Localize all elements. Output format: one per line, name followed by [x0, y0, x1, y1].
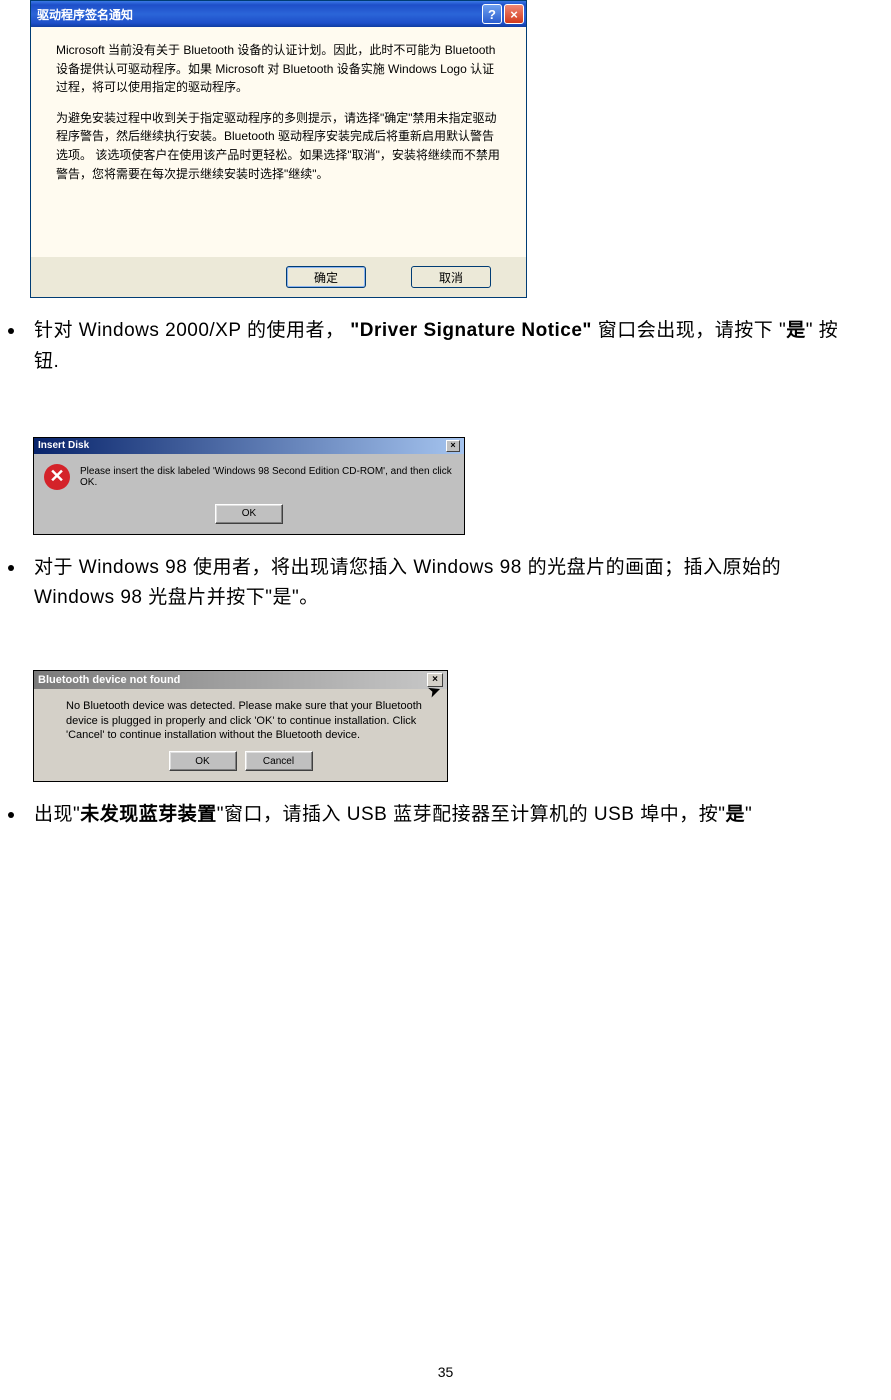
dialog-message: Please insert the disk labeled 'Windows …	[80, 466, 454, 488]
bullet-item-3: 出现"未发现蓝芽装置"窗口，请插入 USB 蓝芽配接器至计算机的 USB 埠中，…	[0, 800, 861, 830]
bold-segment: 是	[726, 804, 746, 825]
driver-signature-dialog: 驱动程序签名通知 ? × Microsoft 当前没有关于 Bluetooth …	[30, 0, 527, 298]
bullet-icon	[8, 565, 14, 571]
cancel-label: 取消	[439, 269, 463, 286]
help-button[interactable]: ?	[482, 4, 502, 24]
insert-disk-dialog: Insert Disk × ✕ Please insert the disk l…	[33, 437, 465, 535]
dialog-title: Bluetooth device not found	[38, 674, 180, 686]
close-button[interactable]: ×	[446, 440, 460, 452]
dialog-body: ✕ Please insert the disk labeled 'Window…	[34, 454, 464, 500]
text-segment: "	[745, 804, 752, 825]
ok-label: OK	[242, 508, 256, 519]
bullet-item-2: 对于 Windows 98 使用者，将出现请您插入 Windows 98 的光盘…	[0, 553, 861, 614]
bold-segment: 是	[786, 320, 806, 341]
dialog-buttons: OK Cancel	[34, 747, 447, 781]
bullet-text: 出现"未发现蓝芽装置"窗口，请插入 USB 蓝芽配接器至计算机的 USB 埠中，…	[34, 800, 752, 830]
dialog-titlebar[interactable]: Bluetooth device not found ×	[34, 671, 447, 689]
text-segment: 出现"	[34, 804, 80, 825]
bullet-icon	[8, 812, 14, 818]
cancel-button[interactable]: 取消	[411, 266, 491, 288]
bullet-icon	[8, 328, 14, 334]
text-segment: 针对 Windows 2000/XP 的使用者，	[34, 320, 350, 341]
bold-segment: 未发现蓝芽装置	[80, 804, 217, 825]
dialog-title: 驱动程序签名通知	[37, 6, 133, 23]
ok-label: OK	[195, 756, 209, 767]
text-segment: "窗口，请插入 USB 蓝芽配接器至计算机的 USB 埠中，按"	[217, 804, 726, 825]
dialog-paragraph-2: 为避免安装过程中收到关于指定驱动程序的多则提示，请选择"确定"禁用未指定驱动程序…	[56, 109, 501, 183]
error-glyph: ✕	[49, 466, 64, 487]
close-icon: ×	[450, 441, 455, 450]
dialog-body: Microsoft 当前没有关于 Bluetooth 设备的认证计划。因此，此时…	[31, 27, 526, 257]
cancel-button[interactable]: Cancel	[245, 751, 313, 771]
dialog-buttons: 确定 取消	[31, 257, 526, 297]
ok-button[interactable]: 确定	[286, 266, 366, 288]
dialog-body: ➤ No Bluetooth device was detected. Plea…	[34, 689, 447, 748]
bluetooth-not-found-dialog: Bluetooth device not found × ➤ No Blueto…	[33, 670, 448, 783]
ok-label: 确定	[314, 269, 338, 286]
dialog-titlebar[interactable]: Insert Disk ×	[34, 438, 464, 454]
dialog-message: No Bluetooth device was detected. Please…	[66, 700, 422, 742]
dialog-buttons: OK	[34, 500, 464, 534]
cancel-label: Cancel	[263, 756, 294, 767]
close-button[interactable]: ×	[504, 4, 524, 24]
page-number: 35	[0, 1364, 891, 1380]
text-segment: 窗口会出现，请按下 "	[592, 320, 786, 341]
bullet-item-1: 针对 Windows 2000/XP 的使用者， "Driver Signatu…	[0, 316, 861, 377]
help-icon: ?	[488, 7, 496, 22]
bold-segment: "Driver Signature Notice"	[350, 320, 592, 341]
bullet-text: 对于 Windows 98 使用者，将出现请您插入 Windows 98 的光盘…	[34, 553, 861, 614]
dialog-paragraph-1: Microsoft 当前没有关于 Bluetooth 设备的认证计划。因此，此时…	[56, 41, 501, 97]
dialog-titlebar[interactable]: 驱动程序签名通知 ? ×	[31, 1, 526, 27]
ok-button[interactable]: OK	[169, 751, 237, 771]
dialog-title: Insert Disk	[38, 440, 89, 451]
error-icon: ✕	[44, 464, 70, 490]
close-icon: ×	[510, 7, 518, 22]
ok-button[interactable]: OK	[215, 504, 283, 524]
bullet-text: 针对 Windows 2000/XP 的使用者， "Driver Signatu…	[34, 316, 861, 377]
